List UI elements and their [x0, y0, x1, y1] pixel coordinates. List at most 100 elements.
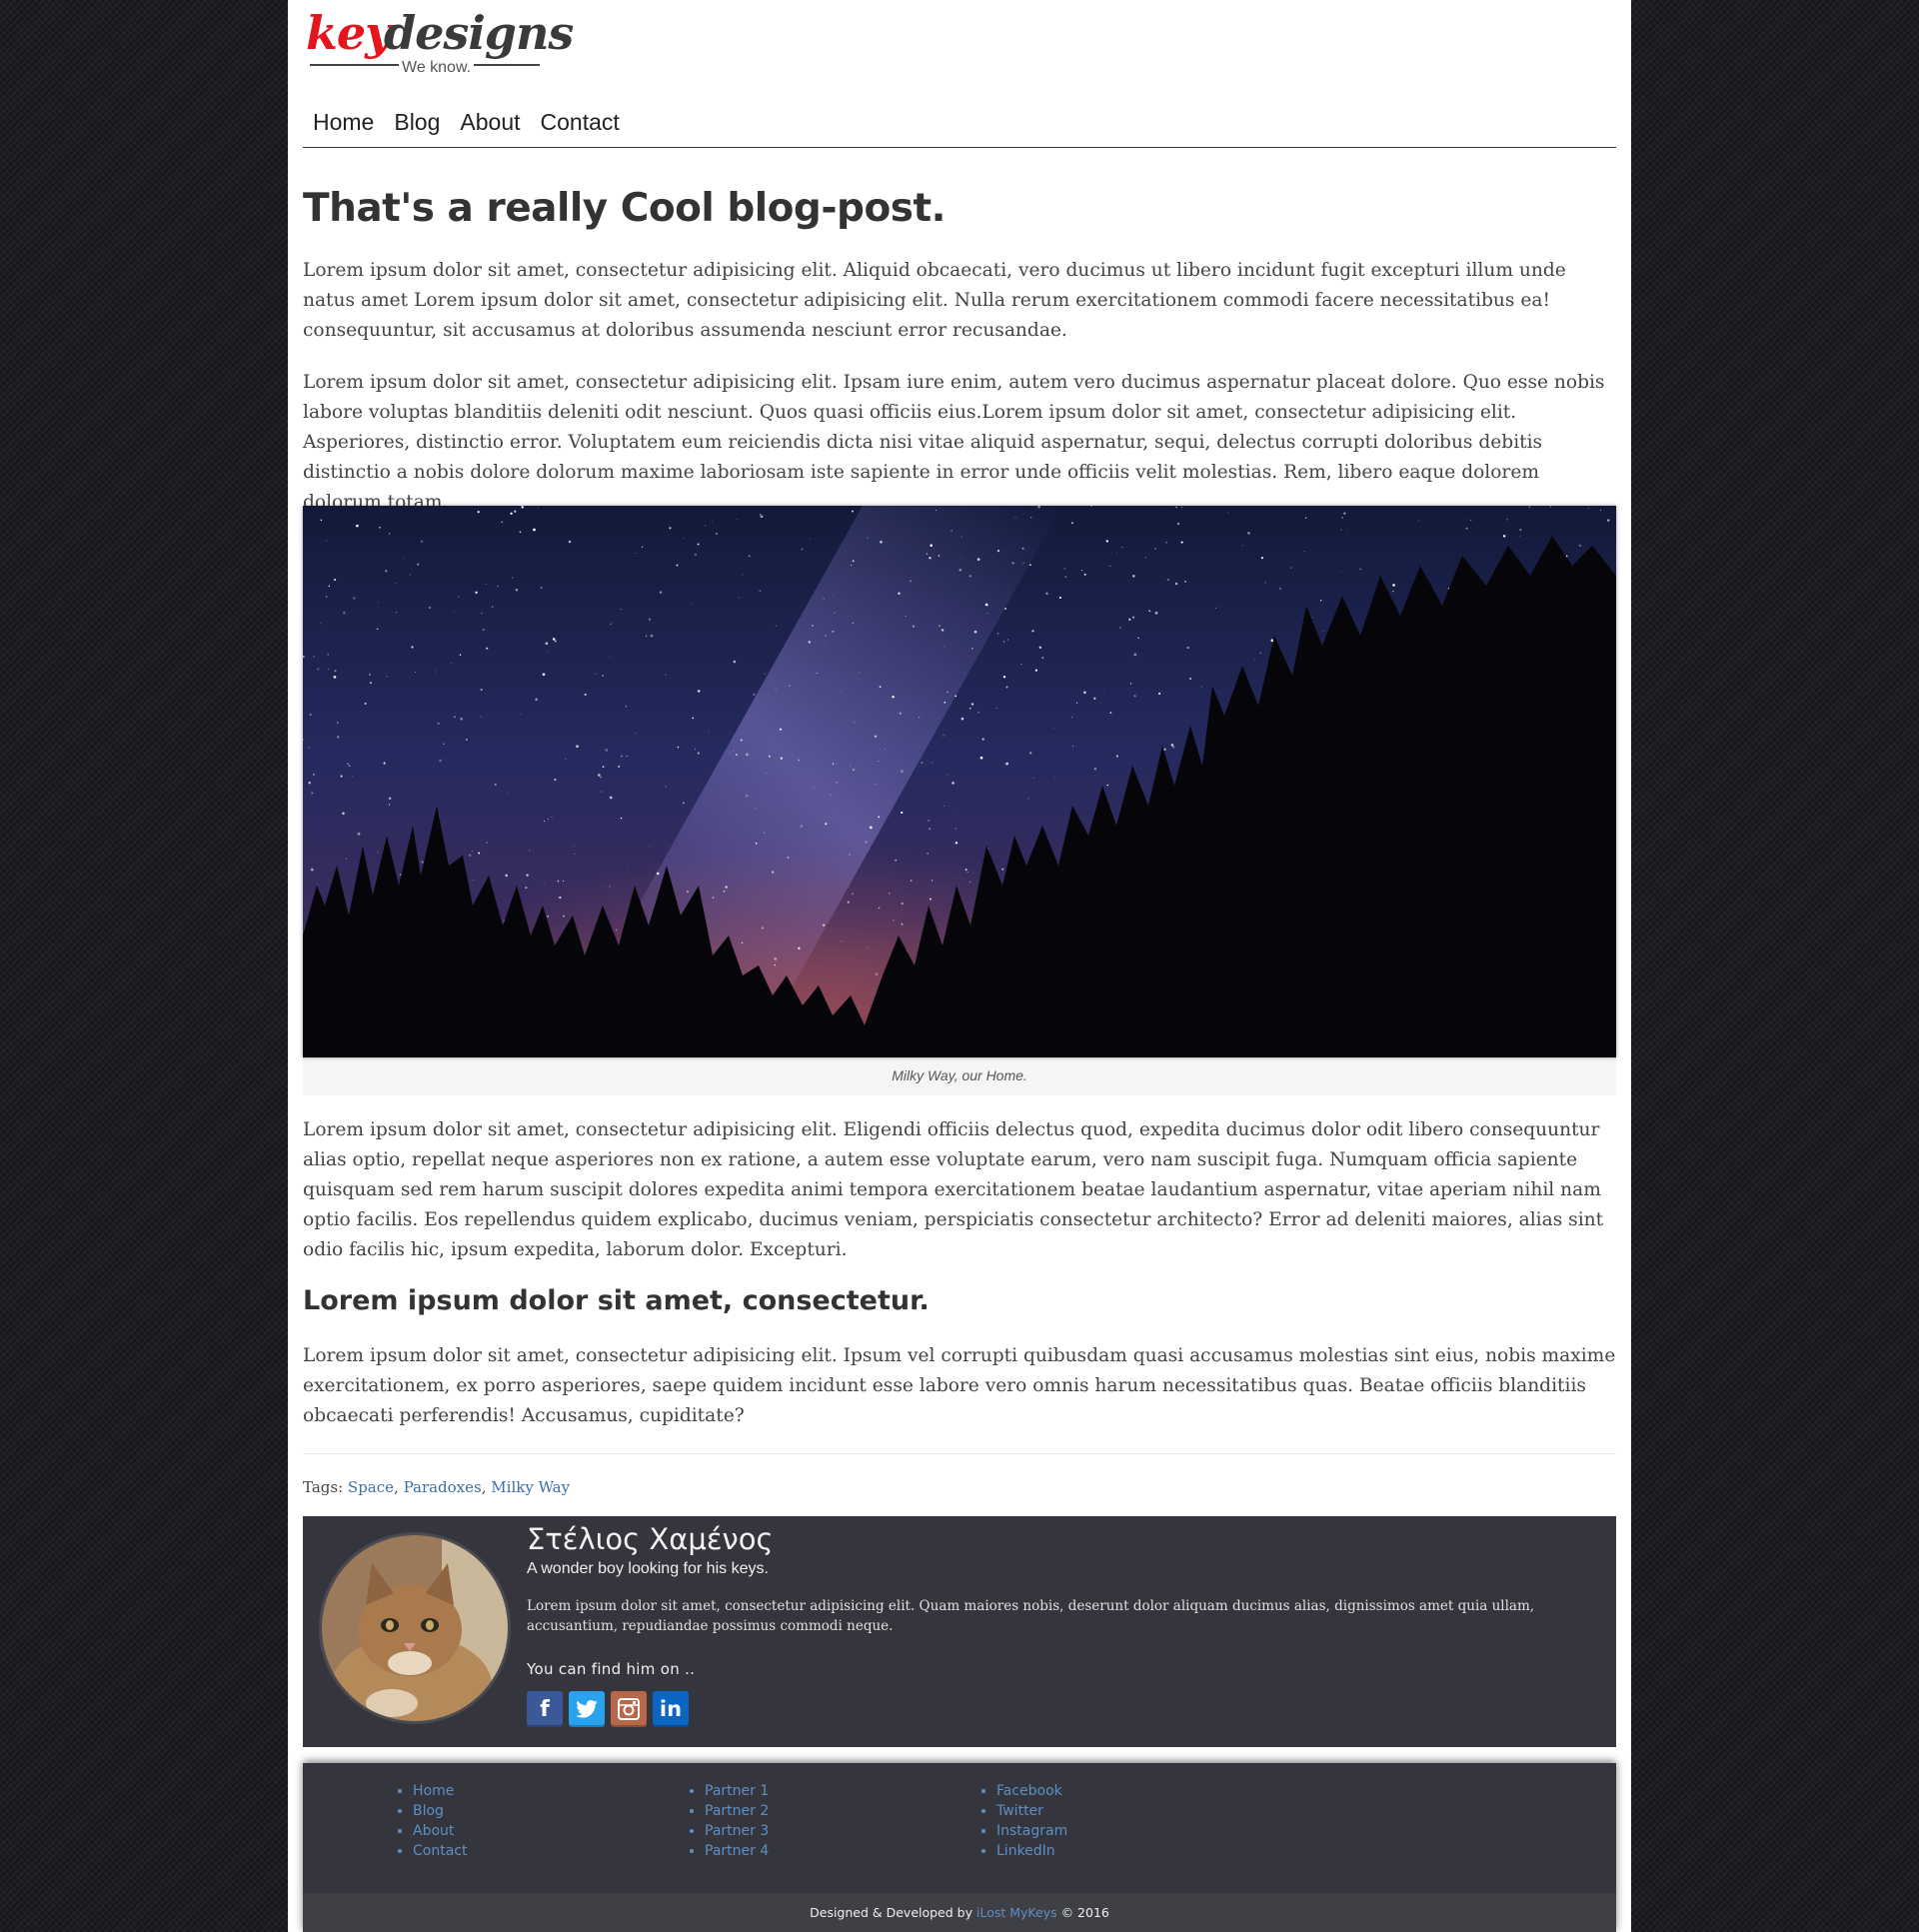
list-item[interactable]: Home [413, 1781, 467, 1801]
star [1343, 512, 1346, 515]
star [1175, 506, 1177, 509]
star [697, 752, 700, 755]
star [505, 874, 508, 878]
footer-link-facebook[interactable]: Facebook [996, 1783, 1062, 1799]
star [543, 883, 545, 885]
facebook-icon[interactable]: f [527, 1691, 563, 1727]
star [609, 656, 611, 658]
star [520, 713, 522, 715]
star [334, 579, 337, 582]
site-logo[interactable]: key designs We know. [306, 6, 574, 84]
star [486, 647, 489, 650]
star [388, 804, 391, 806]
star [600, 791, 602, 793]
star [808, 641, 812, 644]
star [1392, 584, 1395, 587]
star [816, 672, 819, 675]
tag-link[interactable]: Milky Way [491, 1478, 570, 1496]
star [351, 776, 353, 777]
footer-link-home[interactable]: Home [413, 1783, 454, 1799]
list-item[interactable]: Facebook [996, 1781, 1067, 1801]
nav-contact[interactable]: Contact [531, 104, 630, 140]
star [309, 714, 312, 716]
footer-link-instagram[interactable]: Instagram [996, 1823, 1067, 1839]
star [687, 891, 689, 893]
nav-home[interactable]: Home [303, 104, 384, 140]
star [537, 506, 539, 508]
star [468, 854, 472, 857]
star [789, 685, 791, 687]
footer-social-list: Facebook Twitter Instagram LinkedIn [976, 1781, 1067, 1861]
footer-link-partner-3[interactable]: Partner 3 [705, 1823, 769, 1839]
star [308, 782, 311, 785]
star [867, 537, 869, 539]
footer-link-about[interactable]: About [413, 1823, 454, 1839]
list-item[interactable]: Blog [413, 1801, 467, 1821]
list-item[interactable]: Partner 1 [705, 1781, 769, 1801]
star [746, 753, 749, 757]
list-item[interactable]: Instagram [996, 1821, 1067, 1841]
linkedin-icon[interactable]: in [653, 1691, 689, 1727]
instagram-icon[interactable] [611, 1691, 647, 1727]
star [1320, 600, 1322, 602]
list-item[interactable]: Partner 2 [705, 1801, 769, 1821]
star [547, 818, 549, 821]
star [984, 603, 988, 607]
star [1259, 652, 1261, 654]
list-item[interactable]: Partner 4 [705, 1841, 769, 1861]
star [471, 851, 473, 852]
list-item[interactable]: About [413, 1821, 467, 1841]
post-paragraph-1: Lorem ipsum dolor sit amet, consectetur … [303, 260, 1566, 341]
star [521, 506, 524, 509]
star [976, 558, 980, 561]
star [964, 869, 967, 872]
star [930, 704, 932, 706]
star [421, 861, 424, 864]
star [1106, 784, 1109, 787]
star [875, 972, 879, 976]
star [1201, 686, 1202, 688]
nav-blog[interactable]: Blog [384, 104, 450, 140]
star [715, 532, 718, 535]
footer-link-partner-2[interactable]: Partner 2 [705, 1803, 769, 1819]
list-item[interactable]: Contact [413, 1841, 467, 1861]
footer-link-twitter[interactable]: Twitter [996, 1803, 1043, 1819]
nav-about[interactable]: About [450, 104, 530, 140]
footer-link-linkedin[interactable]: LinkedIn [996, 1843, 1055, 1859]
star [955, 828, 958, 830]
star [529, 850, 531, 852]
footer-link-contact[interactable]: Contact [413, 1843, 467, 1859]
star [733, 750, 735, 752]
tag-link[interactable]: Space [348, 1478, 394, 1496]
star [599, 776, 602, 779]
footer-link-partner-1[interactable]: Partner 1 [705, 1783, 769, 1799]
star [1180, 506, 1182, 508]
footer-link-partner-4[interactable]: Partner 4 [705, 1843, 769, 1859]
star [852, 893, 854, 895]
star [615, 929, 618, 932]
star [712, 897, 715, 899]
credit-author-link[interactable]: iLost MyKeys [976, 1905, 1057, 1920]
star [951, 530, 953, 532]
list-item[interactable]: Partner 3 [705, 1821, 769, 1841]
star [825, 823, 828, 826]
star [683, 538, 684, 539]
star [677, 746, 680, 749]
footer-link-blog[interactable]: Blog [413, 1803, 444, 1819]
star [1072, 746, 1074, 748]
star [841, 691, 843, 693]
star [957, 809, 959, 811]
list-item[interactable]: Twitter [996, 1801, 1067, 1821]
tag-link[interactable]: Paradoxes [404, 1478, 482, 1496]
star [557, 880, 560, 883]
list-item[interactable]: LinkedIn [996, 1841, 1067, 1861]
star [369, 674, 371, 676]
star [1528, 506, 1531, 508]
star [485, 583, 487, 585]
star [554, 778, 557, 782]
footer-partners-list: Partner 1 Partner 2 Partner 3 Partner 4 [685, 1781, 769, 1861]
star [936, 510, 938, 511]
twitter-icon[interactable] [569, 1691, 605, 1727]
star [947, 691, 949, 694]
star [1176, 522, 1180, 526]
